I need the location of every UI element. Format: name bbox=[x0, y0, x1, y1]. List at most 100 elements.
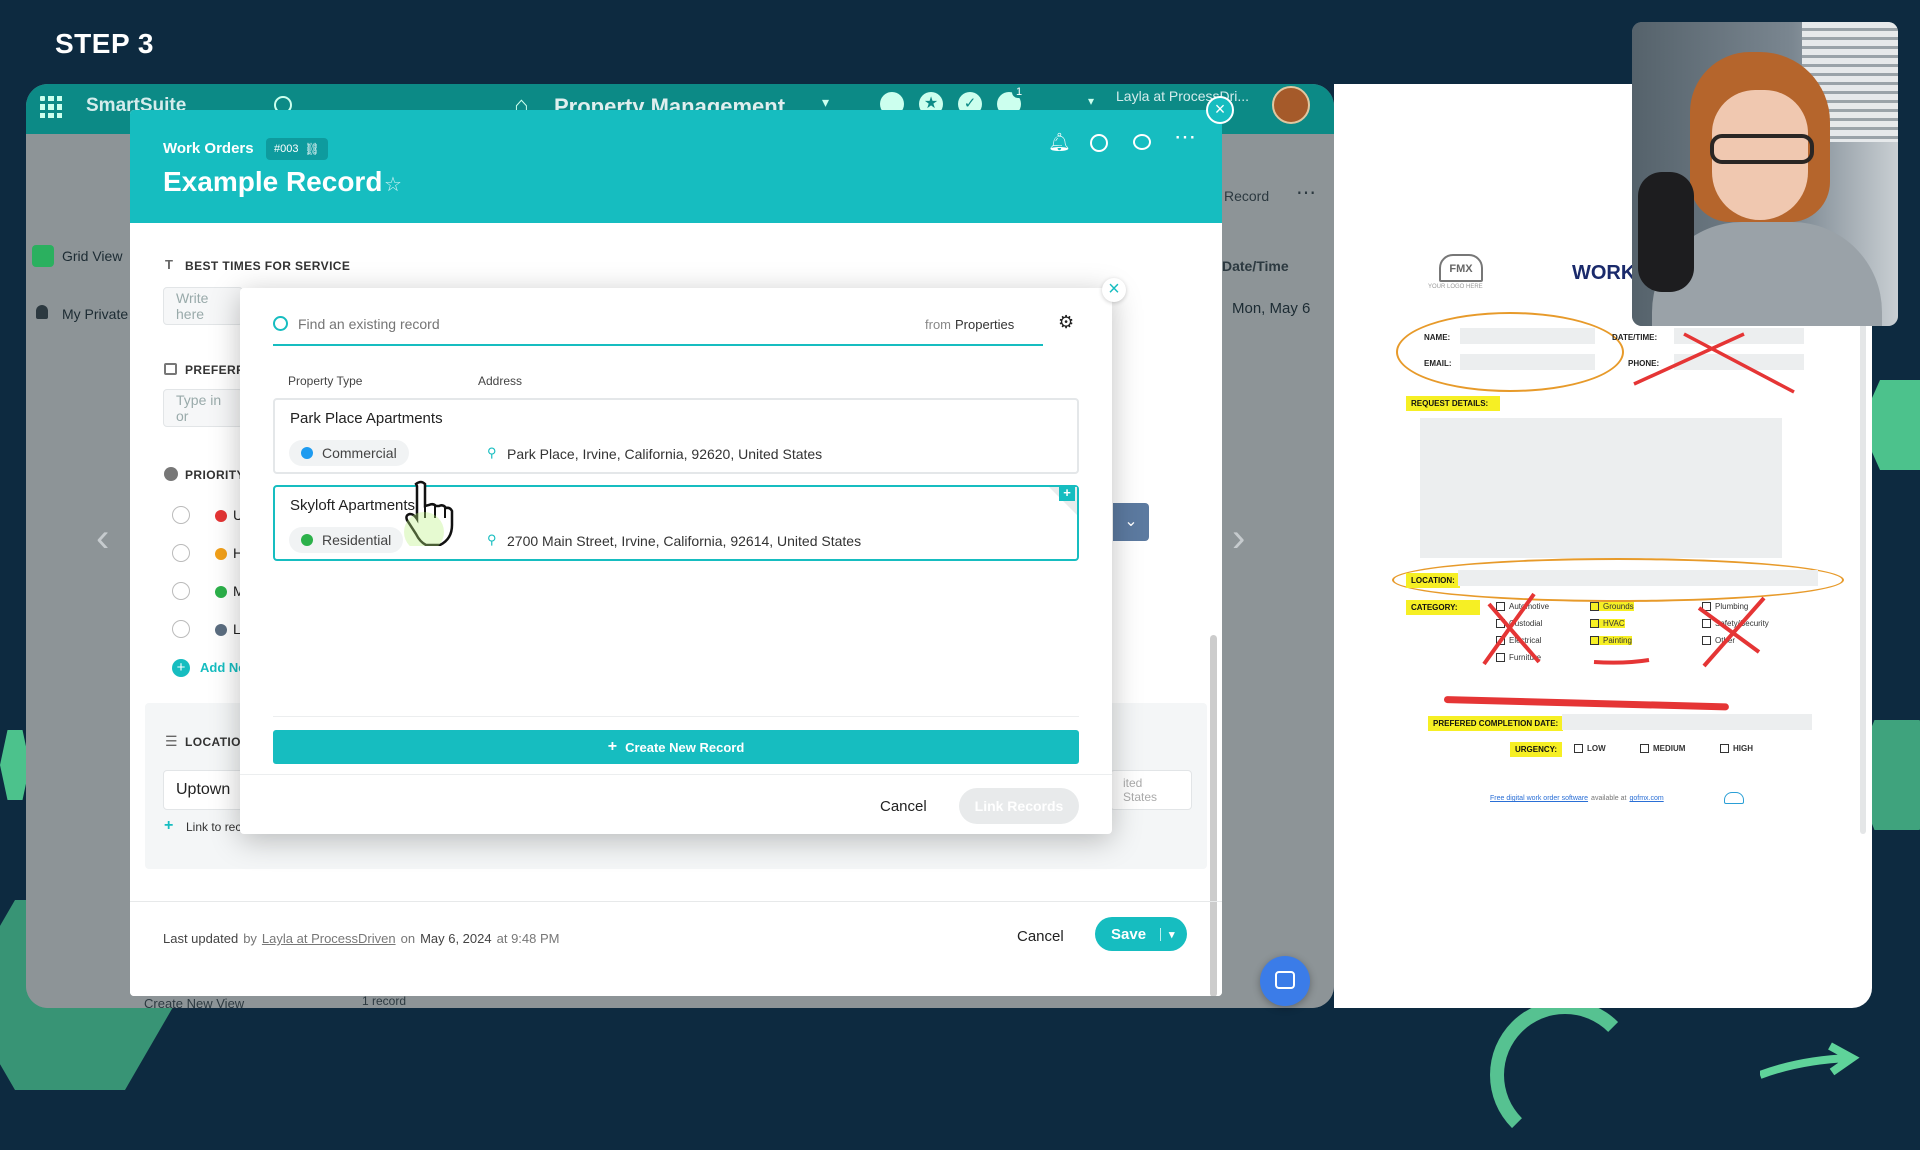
fmx-logo: FMX bbox=[1439, 254, 1483, 282]
best-times-label: BEST TIMES FOR SERVICE bbox=[185, 259, 351, 273]
more-icon[interactable]: ⋯ bbox=[1296, 180, 1316, 205]
notification-count-badge: 1 bbox=[1012, 86, 1027, 98]
view-grid[interactable]: Grid View bbox=[62, 248, 122, 264]
last-updated-text: Last updated by Layla at ProcessDriven o… bbox=[163, 931, 559, 946]
gear-icon[interactable]: ⚙ bbox=[1058, 312, 1074, 333]
from-text: from bbox=[925, 317, 951, 332]
priority-radio[interactable] bbox=[172, 582, 190, 600]
urgency-option: MEDIUM bbox=[1640, 744, 1685, 753]
record-card-selected[interactable]: Skyloft Apartments Residential ⚲ 2700 Ma… bbox=[273, 485, 1079, 561]
category-label: CATEGORY: bbox=[1406, 600, 1480, 615]
scrollbar[interactable] bbox=[1210, 635, 1217, 996]
footer-link: Free digital work order software bbox=[1490, 795, 1589, 802]
avatar[interactable] bbox=[1272, 86, 1310, 124]
document-footer: Free digital work order software availab… bbox=[1490, 795, 1664, 802]
property-type: Commercial bbox=[322, 445, 397, 461]
chevron-down-icon[interactable]: ▾ bbox=[1160, 927, 1175, 941]
link-icon: ⛓ bbox=[304, 142, 320, 156]
priority-dot-high bbox=[215, 548, 227, 560]
updated-by-user-link[interactable]: Layla at ProcessDriven bbox=[262, 931, 396, 946]
calendar-icon bbox=[164, 363, 177, 375]
search-input[interactable] bbox=[298, 310, 718, 338]
list-icon: ☰ bbox=[165, 733, 178, 749]
column-header: Property Type bbox=[288, 374, 363, 388]
location-label: LOCATION: bbox=[1406, 573, 1460, 588]
circle-mark bbox=[1396, 312, 1624, 392]
preferred-date-input[interactable]: Type in or bbox=[163, 389, 243, 427]
request-details-field bbox=[1420, 418, 1782, 558]
person-icon bbox=[36, 305, 48, 319]
plus-icon[interactable]: + bbox=[164, 817, 173, 835]
footer-text: available at bbox=[1591, 795, 1627, 802]
plus-icon[interactable]: + bbox=[1059, 485, 1075, 501]
dialog-cancel-button[interactable]: Cancel bbox=[880, 798, 927, 815]
date-cell: Mon, May 6 bbox=[1232, 300, 1311, 317]
type-color-dot bbox=[301, 534, 313, 546]
page-title[interactable]: Example Record bbox=[163, 166, 382, 198]
close-dialog-icon[interactable]: × bbox=[1102, 278, 1126, 302]
strike-line-mark bbox=[1443, 696, 1729, 711]
source-table-name: Properties bbox=[955, 317, 1015, 332]
chevron-down-icon[interactable]: ▾ bbox=[822, 94, 829, 111]
date-time-header: Date/Time bbox=[1222, 258, 1289, 274]
fmx-small-logo bbox=[1724, 792, 1744, 804]
by-text: by bbox=[243, 931, 257, 946]
record-name: Park Place Apartments bbox=[290, 410, 443, 427]
record-menu-label[interactable]: Record bbox=[1224, 188, 1269, 204]
next-record-arrow[interactable]: › bbox=[1232, 516, 1245, 561]
completion-date-label: PREFERED COMPLETION DATE: bbox=[1428, 716, 1564, 731]
urgency-option: LOW bbox=[1574, 744, 1606, 753]
view-my-private[interactable]: My Private bbox=[62, 306, 128, 322]
record-card[interactable]: Park Place Apartments Commercial ⚲ Park … bbox=[273, 398, 1079, 474]
location-pin-icon: ⚲ bbox=[487, 532, 497, 547]
priority-radio[interactable] bbox=[172, 544, 190, 562]
location-pin-icon: ⚲ bbox=[487, 445, 497, 460]
category-cross-marks bbox=[1482, 592, 1766, 668]
save-button[interactable]: Save ▾ bbox=[1095, 917, 1187, 951]
priority-icon bbox=[164, 467, 178, 481]
star-icon[interactable]: ☆ bbox=[384, 172, 402, 197]
comments-icon[interactable] bbox=[1133, 134, 1151, 150]
chat-icon bbox=[1275, 971, 1295, 989]
footer-divider bbox=[130, 901, 1222, 902]
record-address: Park Place, Irvine, California, 92620, U… bbox=[507, 446, 823, 462]
bell-icon[interactable]: 🔔︎ bbox=[1048, 132, 1071, 153]
add-icon[interactable]: + bbox=[172, 659, 190, 677]
dialog-divider bbox=[273, 716, 1079, 717]
decorative-curve bbox=[1490, 1000, 1640, 1150]
last-updated-label: Last updated bbox=[163, 931, 239, 946]
chat-widget-button[interactable] bbox=[1260, 956, 1310, 1006]
prev-record-arrow[interactable]: ‹ bbox=[96, 516, 109, 561]
link-records-button[interactable]: Link Records bbox=[959, 788, 1079, 824]
type-color-dot bbox=[301, 447, 313, 459]
microphone bbox=[1638, 172, 1694, 292]
text-field-icon: T bbox=[165, 257, 173, 272]
priority-radio[interactable] bbox=[172, 620, 190, 638]
breadcrumb[interactable]: Work Orders bbox=[163, 140, 254, 157]
more-options-icon[interactable]: ⋯ bbox=[1174, 124, 1196, 150]
record-id-badge[interactable]: #003 ⛓ bbox=[266, 138, 328, 160]
close-modal-icon[interactable]: × bbox=[1206, 96, 1234, 124]
priority-dot-urgent bbox=[215, 510, 227, 522]
hand-cursor-icon bbox=[404, 480, 454, 546]
add-new-option-link[interactable]: Add Ne bbox=[200, 660, 246, 675]
dialog-footer-divider bbox=[240, 774, 1112, 775]
dropdown-icon[interactable]: ▾ bbox=[1088, 94, 1094, 108]
dropdown-button[interactable]: ⌄ bbox=[1113, 503, 1149, 541]
step-label: STEP 3 bbox=[55, 28, 154, 59]
priority-dot-medium bbox=[215, 586, 227, 598]
source-table-label[interactable]: from Properties bbox=[925, 317, 1014, 332]
decorative-arrow bbox=[1760, 1042, 1860, 1079]
priority-radio[interactable] bbox=[172, 506, 190, 524]
history-icon[interactable] bbox=[1090, 134, 1108, 152]
apps-grid-icon[interactable] bbox=[40, 96, 62, 118]
create-new-record-button[interactable]: + Create New Record bbox=[273, 730, 1079, 764]
completion-date-field bbox=[1562, 714, 1812, 730]
record-id: #003 bbox=[274, 143, 299, 155]
priority-label: PRIORITY bbox=[185, 468, 245, 482]
create-view-link[interactable]: Create New View bbox=[144, 996, 244, 1008]
cancel-button[interactable]: Cancel bbox=[1017, 928, 1064, 945]
best-times-input[interactable]: Write here bbox=[163, 287, 243, 325]
link-record-dialog: × from Properties ⚙ Property Type Addres… bbox=[240, 278, 1126, 834]
record-address: 2700 Main Street, Irvine, California, 92… bbox=[507, 533, 862, 549]
